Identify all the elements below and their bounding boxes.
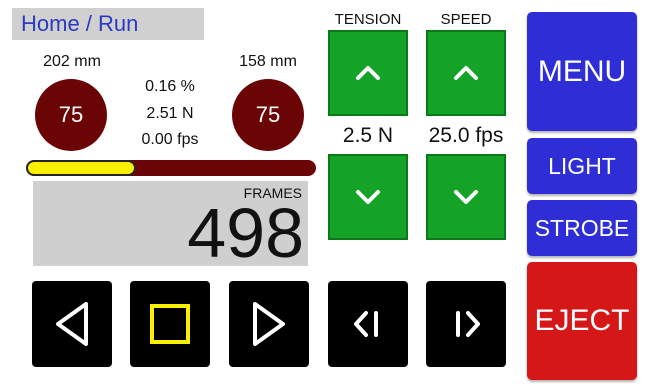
strobe-button[interactable]: STROBE xyxy=(527,200,637,256)
tension-down-button[interactable] xyxy=(328,154,408,240)
step-forward-button[interactable] xyxy=(426,281,506,367)
right-reel-length: 158 mm xyxy=(239,53,297,70)
right-reel: 75 xyxy=(232,79,304,151)
stop-button[interactable] xyxy=(130,281,210,367)
step-forward-icon xyxy=(456,311,480,337)
play-left-icon xyxy=(56,302,88,346)
left-reel-length: 202 mm xyxy=(43,53,101,70)
rewind-button[interactable] xyxy=(32,281,112,367)
speed-value: 25.0 fps xyxy=(428,124,504,147)
play-button[interactable] xyxy=(229,281,309,367)
stat-percent: 0.16 % xyxy=(145,78,195,95)
eject-button[interactable]: EJECT xyxy=(527,262,637,380)
play-right-icon xyxy=(253,302,285,346)
chevron-up-icon xyxy=(356,66,380,80)
stat-fps: 0.00 fps xyxy=(141,131,199,148)
stat-tension: 2.51 N xyxy=(146,105,194,122)
frame-counter: FRAMES 498 xyxy=(33,181,308,271)
left-reel: 75 xyxy=(35,79,107,151)
step-back-icon xyxy=(354,311,378,337)
speed-up-button[interactable] xyxy=(426,30,506,116)
tension-value: 2.5 N xyxy=(342,124,394,147)
menu-button[interactable]: MENU xyxy=(527,12,637,131)
speed-down-button[interactable] xyxy=(426,154,506,240)
progress-bar xyxy=(26,160,316,176)
tension-up-button[interactable] xyxy=(328,30,408,116)
light-button[interactable]: LIGHT xyxy=(527,138,637,194)
speed-header: SPEED xyxy=(440,11,492,28)
progress-fill xyxy=(26,160,137,176)
chevron-down-icon xyxy=(454,190,478,204)
stop-square-icon xyxy=(150,304,190,344)
breadcrumb[interactable]: Home / Run xyxy=(12,8,204,40)
chevron-down-icon xyxy=(356,190,380,204)
tension-header: TENSION xyxy=(334,11,402,28)
step-back-button[interactable] xyxy=(328,281,408,367)
frame-counter-value: 498 xyxy=(187,194,304,272)
chevron-up-icon xyxy=(454,66,478,80)
